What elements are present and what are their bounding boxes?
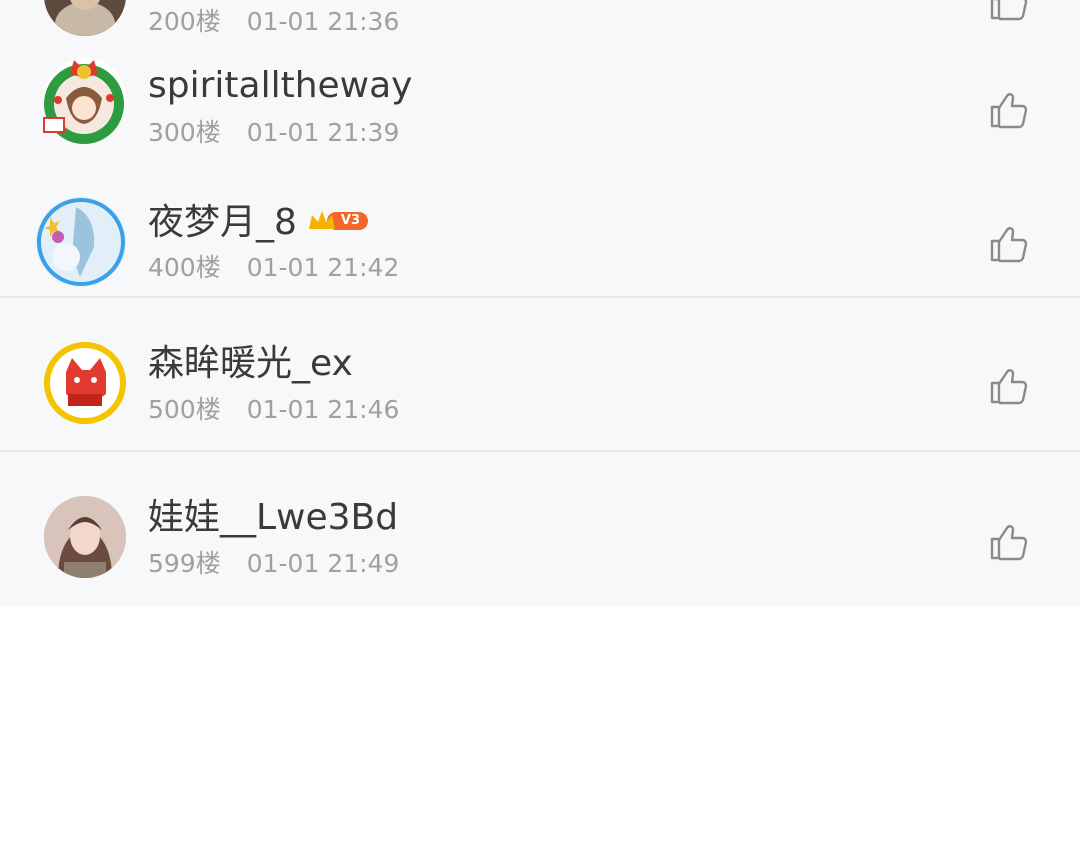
thumbs-up-icon[interactable] xyxy=(988,0,1028,22)
comment-row[interactable]: 娃娃__Lwe3Bd 599楼 01-01 21:49 xyxy=(0,452,1080,606)
comment-meta: 400楼 01-01 21:42 xyxy=(148,253,399,283)
floor-number: 500楼 xyxy=(148,395,221,424)
girl-photo-avatar-icon xyxy=(44,496,126,578)
comment-row[interactable]: 森眸暖光_ex 500楼 01-01 21:46 xyxy=(0,298,1080,450)
comment-meta: 300楼 01-01 21:39 xyxy=(148,118,399,148)
floor-number: 400楼 xyxy=(148,253,221,282)
comment-meta: 599楼 01-01 21:49 xyxy=(148,549,399,579)
user-name-row: 夜梦月_8 V3 xyxy=(148,200,369,244)
blue-anime-avatar-icon xyxy=(36,197,126,287)
avatar[interactable] xyxy=(44,0,126,36)
christmas-wreath-anime-avatar-icon xyxy=(43,60,124,144)
comment-meta: 500楼 01-01 21:46 xyxy=(148,395,399,425)
comment-time: 01-01 21:39 xyxy=(246,118,400,147)
comment-row[interactable]: spiritalltheway 300楼 01-01 21:39 xyxy=(0,46,1080,176)
user-name[interactable]: 森眸暖光_ex xyxy=(148,344,353,384)
floor-number: 300楼 xyxy=(148,118,221,147)
comment-time: 01-01 21:42 xyxy=(246,253,400,282)
user-name[interactable]: 娃娃__Lwe3Bd xyxy=(148,498,398,538)
thumbs-up-icon[interactable] xyxy=(988,522,1028,562)
comment-meta: 200楼 01-01 21:36 xyxy=(148,7,399,37)
floor-number: 599楼 xyxy=(148,549,221,578)
floor-number: 200楼 xyxy=(148,7,221,36)
comment-time: 01-01 21:46 xyxy=(246,395,400,424)
comment-row[interactable]: 夜梦月_8 V3 400楼 01-01 21:42 xyxy=(0,176,1080,296)
avatar[interactable] xyxy=(44,496,126,578)
thumbs-up-icon[interactable] xyxy=(988,90,1028,130)
thumbs-up-icon[interactable] xyxy=(988,224,1028,264)
comment-time: 01-01 21:36 xyxy=(246,7,400,36)
crown-icon xyxy=(308,211,335,229)
vip-badge: V3 xyxy=(307,200,369,240)
red-fox-cartoon-avatar-icon xyxy=(44,342,126,424)
brown-portrait-avatar-icon xyxy=(44,0,126,36)
thumbs-up-icon[interactable] xyxy=(988,366,1028,406)
avatar[interactable] xyxy=(36,197,126,287)
user-name[interactable]: 夜梦月_8 xyxy=(148,202,297,243)
comment-row[interactable]: 200楼 01-01 21:36 xyxy=(0,0,1080,46)
comment-time: 01-01 21:49 xyxy=(246,549,400,578)
avatar[interactable] xyxy=(44,342,126,424)
user-name[interactable]: spiritalltheway xyxy=(148,66,412,106)
truncated-content xyxy=(92,838,342,844)
avatar[interactable] xyxy=(43,58,126,144)
